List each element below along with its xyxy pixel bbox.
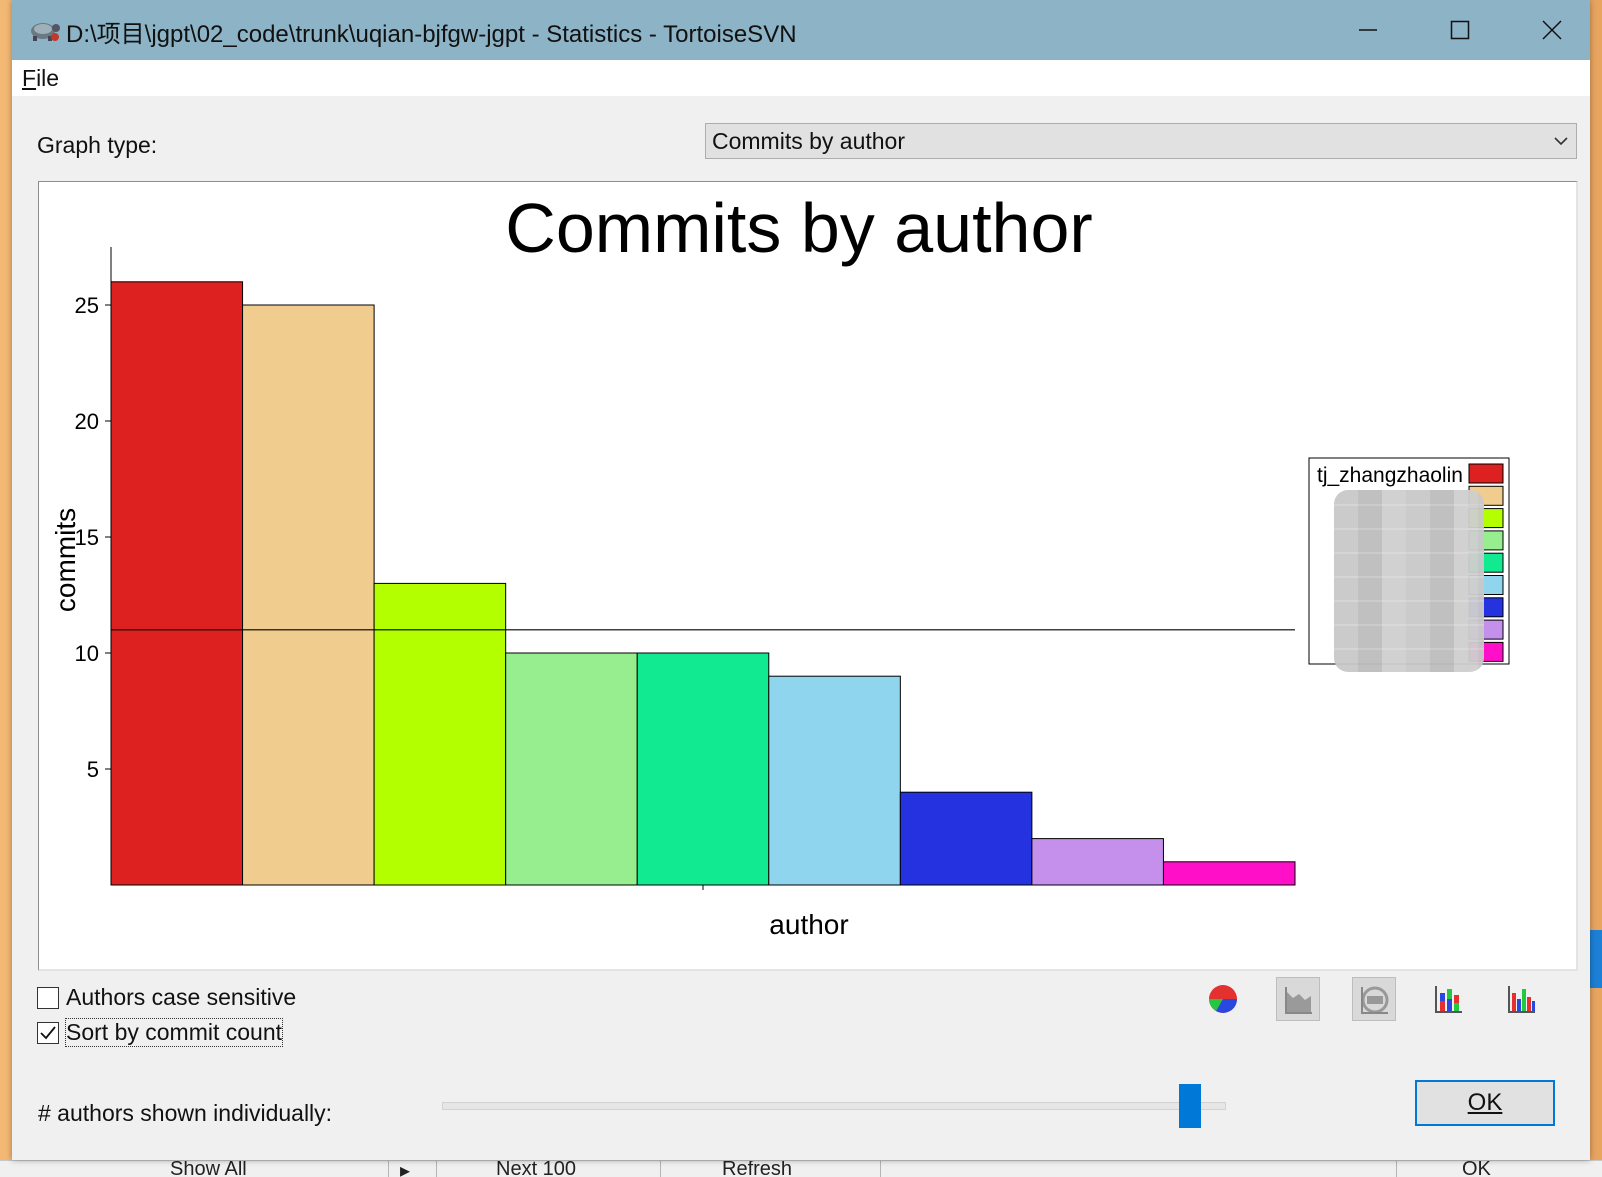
- legend-swatch: [1468, 463, 1504, 484]
- bg-refresh: Refresh: [722, 1160, 793, 1177]
- checkmark-icon: [40, 1026, 56, 1040]
- bar: [636, 652, 770, 886]
- bar-chart-button[interactable]: [1427, 977, 1471, 1021]
- stacked-icon: [1361, 986, 1389, 1014]
- y-tick-label: 20: [75, 409, 99, 434]
- bar: [110, 281, 244, 886]
- sort-by-count-checkbox[interactable]: [37, 1022, 59, 1044]
- menu-file[interactable]: File: [22, 65, 59, 92]
- chart-title: Commits by author: [505, 189, 1092, 267]
- maximize-icon: [1450, 20, 1470, 40]
- bar: [373, 582, 507, 886]
- case-sensitive-label: Authors case sensitive: [66, 984, 297, 1010]
- title-bar[interactable]: D:\项目\jgpt\02_code\trunk\uqian-bjfgw-jgp…: [12, 0, 1590, 60]
- chart-area: Commits by author 5 10 15 20 25 author commits t…: [38, 181, 1578, 971]
- y-tick-label: 5: [87, 757, 99, 782]
- bar-chart-alt-icon: [1508, 986, 1535, 1013]
- y-tick-label: 25: [75, 293, 99, 318]
- bar-chart-alt-button[interactable]: [1500, 977, 1544, 1021]
- pie-chart-icon: [1209, 985, 1237, 1013]
- maximize-button[interactable]: [1414, 0, 1506, 60]
- area-chart-icon: [1285, 987, 1312, 1014]
- menu-bar: File: [12, 60, 1590, 96]
- pie-chart-button[interactable]: [1201, 977, 1245, 1021]
- authors-slider-track[interactable]: [442, 1102, 1226, 1110]
- minimize-icon: [1359, 29, 1377, 31]
- tortoisesvn-icon: [31, 23, 60, 41]
- close-button[interactable]: [1506, 0, 1598, 60]
- bar: [768, 675, 901, 886]
- background-app-right: [1590, 0, 1602, 1176]
- area-chart-button[interactable]: [1276, 977, 1320, 1021]
- graph-type-select[interactable]: Commits by author: [705, 123, 1577, 159]
- bar: [505, 652, 638, 886]
- statistics-dialog: D:\项目\jgpt\02_code\trunk\uqian-bjfgw-jgp…: [12, 0, 1590, 1160]
- bar: [1031, 838, 1164, 886]
- case-sensitive-checkbox[interactable]: [37, 987, 59, 1009]
- sort-by-count-label: Sort by commit count: [64, 1018, 284, 1047]
- minimize-button[interactable]: [1322, 0, 1414, 60]
- stacked-chart-button[interactable]: [1352, 977, 1396, 1021]
- background-taskbar-tab: [1590, 930, 1602, 988]
- legend-blurred-region: [1334, 490, 1484, 672]
- x-axis-label: author: [769, 909, 848, 940]
- graph-type-label: Graph type:: [37, 132, 158, 158]
- legend-entry-label: tj_zhangzhaolin: [1317, 464, 1463, 487]
- bar: [242, 304, 375, 886]
- background-button-row: Show All ▸ Next 100 Refresh OK: [0, 1160, 1602, 1177]
- window-title: D:\项目\jgpt\02_code\trunk\uqian-bjfgw-jgp…: [66, 21, 797, 48]
- close-icon: [1542, 20, 1562, 40]
- bg-show-all: Show All: [170, 1160, 247, 1177]
- authors-slider-thumb[interactable]: [1178, 1084, 1201, 1128]
- bar-chart-icon: [1435, 986, 1462, 1013]
- bar: [899, 791, 1033, 886]
- chevron-down-icon: [1554, 137, 1568, 146]
- bar: [1162, 861, 1296, 886]
- bg-ok: OK: [1462, 1160, 1491, 1177]
- bg-next-100: Next 100: [496, 1160, 577, 1177]
- authors-shown-label: # authors shown individually:: [38, 1100, 333, 1126]
- bg-arrow-icon: ▸: [400, 1160, 411, 1177]
- y-tick-label: 10: [75, 641, 99, 666]
- graph-type-value: Commits by author: [712, 128, 906, 154]
- y-axis-label: commits: [50, 508, 81, 612]
- ok-button[interactable]: OK: [1415, 1080, 1555, 1126]
